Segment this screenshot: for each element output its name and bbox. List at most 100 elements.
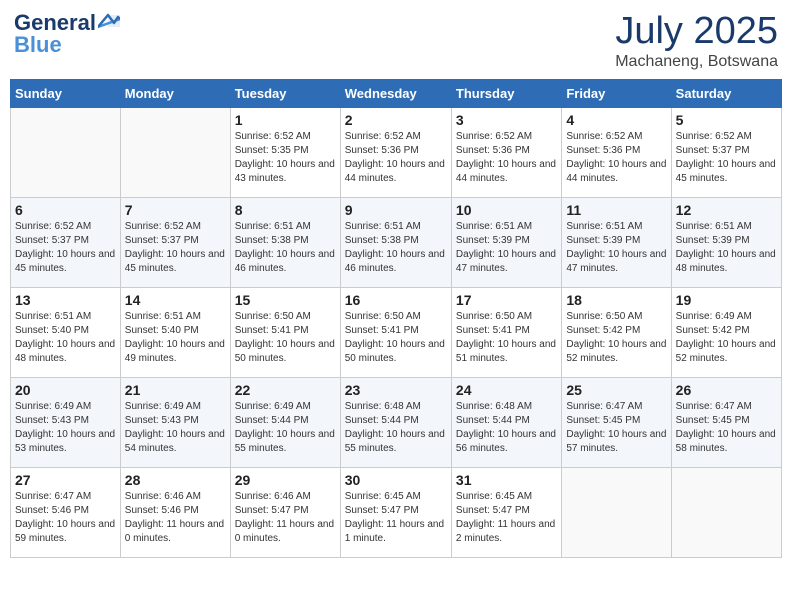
day-number: 20 (15, 382, 116, 398)
day-number: 29 (235, 472, 336, 488)
day-info: Sunrise: 6:51 AM Sunset: 5:38 PM Dayligh… (235, 220, 336, 276)
day-info: Sunrise: 6:51 AM Sunset: 5:39 PM Dayligh… (566, 220, 666, 276)
day-info: Sunrise: 6:49 AM Sunset: 5:42 PM Dayligh… (676, 310, 777, 366)
logo-blue: Blue (14, 32, 62, 58)
logo: General Blue (14, 10, 120, 58)
calendar-cell: 20Sunrise: 6:49 AM Sunset: 5:43 PM Dayli… (11, 378, 121, 468)
day-number: 8 (235, 202, 336, 218)
day-info: Sunrise: 6:48 AM Sunset: 5:44 PM Dayligh… (456, 400, 557, 456)
calendar-cell: 19 Sunrise: 6:49 AM Sunset: 5:42 PM Dayli… (671, 288, 781, 378)
calendar-cell (11, 108, 121, 198)
calendar-cell: 22 Sunrise: 6:49 AM Sunset: 5:44 PM Dayli… (230, 378, 340, 468)
calendar-header-row: SundayMondayTuesdayWednesdayThursdayFrid… (11, 80, 782, 108)
calendar-cell: 17 Sunrise: 6:50 AM Sunset: 5:41 PM Dayli… (451, 288, 561, 378)
day-info: Sunrise: 6:47 AM Sunset: 5:46 PM Dayligh… (15, 490, 116, 546)
calendar-cell: 15 Sunrise: 6:50 AM Sunset: 5:41 PM Dayli… (230, 288, 340, 378)
day-number: 1 (235, 112, 336, 128)
day-number: 9 (345, 202, 447, 218)
day-number: 31 (456, 472, 557, 488)
day-header-monday: Monday (120, 80, 230, 108)
calendar-cell: 5 Sunrise: 6:52 AM Sunset: 5:37 PM Daylig… (671, 108, 781, 198)
title-section: July 2025 Machaneng, Botswana (615, 10, 778, 71)
day-number: 17 (456, 292, 557, 308)
day-info: Sunrise: 6:51 AM Sunset: 5:39 PM Dayligh… (456, 220, 557, 276)
calendar-cell: 2 Sunrise: 6:52 AM Sunset: 5:36 PM Daylig… (340, 108, 451, 198)
day-info: Sunrise: 6:52 AM Sunset: 5:37 PM Dayligh… (15, 220, 116, 276)
day-number: 15 (235, 292, 336, 308)
day-number: 28 (125, 472, 226, 488)
day-number: 12 (676, 202, 777, 218)
day-number: 3 (456, 112, 557, 128)
day-number: 2 (345, 112, 447, 128)
day-info: Sunrise: 6:51 AM Sunset: 5:40 PM Dayligh… (125, 310, 226, 366)
day-header-wednesday: Wednesday (340, 80, 451, 108)
day-number: 13 (15, 292, 116, 308)
day-header-saturday: Saturday (671, 80, 781, 108)
day-info: Sunrise: 6:52 AM Sunset: 5:36 PM Dayligh… (566, 130, 666, 186)
day-number: 18 (566, 292, 666, 308)
day-info: Sunrise: 6:52 AM Sunset: 5:37 PM Dayligh… (125, 220, 226, 276)
calendar-cell: 28 Sunrise: 6:46 AM Sunset: 5:46 PM Dayli… (120, 468, 230, 558)
day-number: 16 (345, 292, 447, 308)
calendar-cell: 21Sunrise: 6:49 AM Sunset: 5:43 PM Dayli… (120, 378, 230, 468)
day-number: 22 (235, 382, 336, 398)
month-title: July 2025 (615, 10, 778, 53)
day-header-sunday: Sunday (11, 80, 121, 108)
day-number: 23 (345, 382, 447, 398)
calendar-week-3: 13 Sunrise: 6:51 AM Sunset: 5:40 PM Dayli… (11, 288, 782, 378)
day-number: 19 (676, 292, 777, 308)
day-info: Sunrise: 6:46 AM Sunset: 5:47 PM Dayligh… (235, 490, 336, 546)
day-number: 11 (566, 202, 666, 218)
calendar-cell: 14 Sunrise: 6:51 AM Sunset: 5:40 PM Dayli… (120, 288, 230, 378)
day-number: 24 (456, 382, 557, 398)
calendar-cell: 30 Sunrise: 6:45 AM Sunset: 5:47 PM Dayli… (340, 468, 451, 558)
day-number: 27 (15, 472, 116, 488)
location: Machaneng, Botswana (615, 53, 778, 71)
day-number: 30 (345, 472, 447, 488)
day-info: Sunrise: 6:51 AM Sunset: 5:38 PM Dayligh… (345, 220, 447, 276)
day-header-thursday: Thursday (451, 80, 561, 108)
day-info: Sunrise: 6:52 AM Sunset: 5:36 PM Dayligh… (345, 130, 447, 186)
calendar-cell (562, 468, 671, 558)
day-info: Sunrise: 6:49 AM Sunset: 5:44 PM Dayligh… (235, 400, 336, 456)
calendar-cell: 9 Sunrise: 6:51 AM Sunset: 5:38 PM Daylig… (340, 198, 451, 288)
day-info: Sunrise: 6:47 AM Sunset: 5:45 PM Dayligh… (566, 400, 666, 456)
day-number: 25 (566, 382, 666, 398)
day-info: Sunrise: 6:50 AM Sunset: 5:41 PM Dayligh… (235, 310, 336, 366)
calendar-cell: 25 Sunrise: 6:47 AM Sunset: 5:45 PM Dayli… (562, 378, 671, 468)
day-info: Sunrise: 6:51 AM Sunset: 5:40 PM Dayligh… (15, 310, 116, 366)
day-number: 5 (676, 112, 777, 128)
page-header: General Blue July 2025 Machaneng, Botswa… (10, 10, 782, 71)
day-info: Sunrise: 6:45 AM Sunset: 5:47 PM Dayligh… (345, 490, 447, 546)
calendar-cell: 27 Sunrise: 6:47 AM Sunset: 5:46 PM Dayli… (11, 468, 121, 558)
day-number: 6 (15, 202, 116, 218)
day-header-friday: Friday (562, 80, 671, 108)
calendar-cell (120, 108, 230, 198)
day-info: Sunrise: 6:52 AM Sunset: 5:36 PM Dayligh… (456, 130, 557, 186)
calendar-cell: 10 Sunrise: 6:51 AM Sunset: 5:39 PM Dayli… (451, 198, 561, 288)
day-info: Sunrise: 6:46 AM Sunset: 5:46 PM Dayligh… (125, 490, 226, 546)
calendar-cell: 12Sunrise: 6:51 AM Sunset: 5:39 PM Dayli… (671, 198, 781, 288)
calendar-cell: 6 Sunrise: 6:52 AM Sunset: 5:37 PM Daylig… (11, 198, 121, 288)
day-number: 7 (125, 202, 226, 218)
day-info: Sunrise: 6:52 AM Sunset: 5:37 PM Dayligh… (676, 130, 777, 186)
calendar-cell: 24 Sunrise: 6:48 AM Sunset: 5:44 PM Dayli… (451, 378, 561, 468)
calendar-week-4: 20Sunrise: 6:49 AM Sunset: 5:43 PM Dayli… (11, 378, 782, 468)
day-info: Sunrise: 6:48 AM Sunset: 5:44 PM Dayligh… (345, 400, 447, 456)
calendar-table: SundayMondayTuesdayWednesdayThursdayFrid… (10, 79, 782, 558)
calendar-week-5: 27 Sunrise: 6:47 AM Sunset: 5:46 PM Dayli… (11, 468, 782, 558)
calendar-cell (671, 468, 781, 558)
calendar-cell: 26Sunrise: 6:47 AM Sunset: 5:45 PM Dayli… (671, 378, 781, 468)
calendar-week-1: 1 Sunrise: 6:52 AM Sunset: 5:35 PM Daylig… (11, 108, 782, 198)
day-number: 10 (456, 202, 557, 218)
day-info: Sunrise: 6:52 AM Sunset: 5:35 PM Dayligh… (235, 130, 336, 186)
day-number: 14 (125, 292, 226, 308)
day-header-tuesday: Tuesday (230, 80, 340, 108)
day-number: 26 (676, 382, 777, 398)
calendar-cell: 23 Sunrise: 6:48 AM Sunset: 5:44 PM Dayli… (340, 378, 451, 468)
calendar-cell: 3 Sunrise: 6:52 AM Sunset: 5:36 PM Daylig… (451, 108, 561, 198)
calendar-cell: 11 Sunrise: 6:51 AM Sunset: 5:39 PM Dayli… (562, 198, 671, 288)
calendar-week-2: 6 Sunrise: 6:52 AM Sunset: 5:37 PM Daylig… (11, 198, 782, 288)
day-info: Sunrise: 6:50 AM Sunset: 5:41 PM Dayligh… (456, 310, 557, 366)
calendar-cell: 7 Sunrise: 6:52 AM Sunset: 5:37 PM Daylig… (120, 198, 230, 288)
